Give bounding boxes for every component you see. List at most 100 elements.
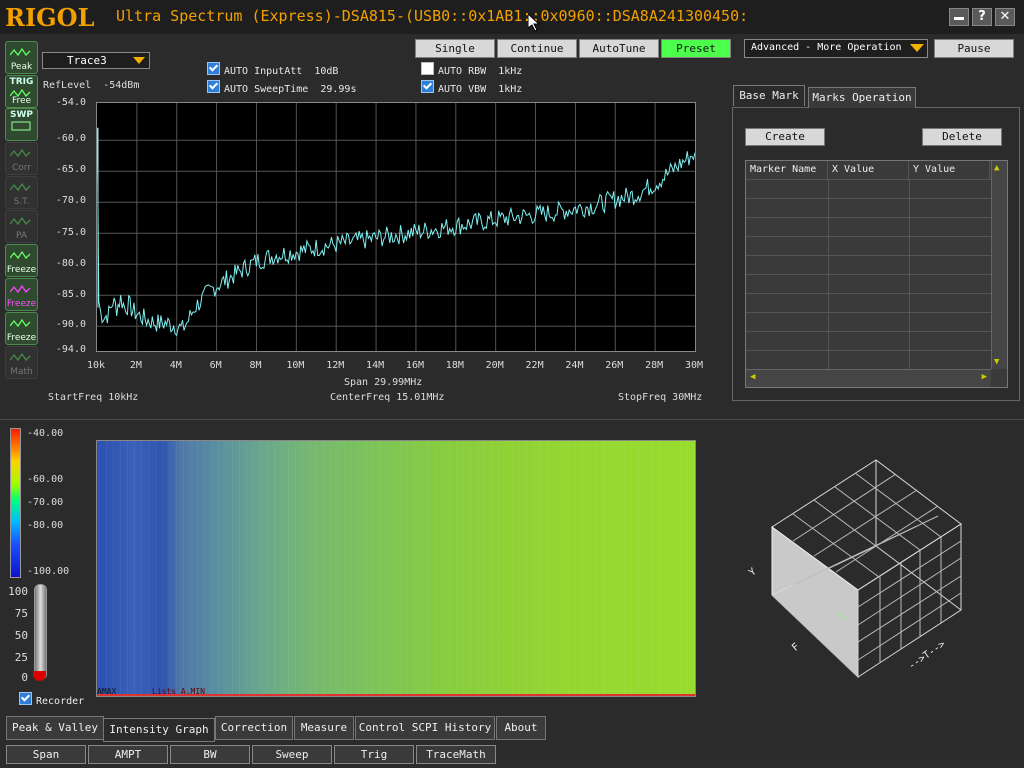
sweep-button[interactable]: Sweep (252, 745, 332, 764)
minimize-icon[interactable] (949, 8, 969, 26)
sidebar-button-label: Math (10, 367, 33, 377)
sidebar-button-4[interactable]: Corr (5, 142, 38, 175)
auto-inputatt-row[interactable]: AUTO InputAtt 10dB (207, 61, 338, 77)
reflevel: RefLevel -54dBm (43, 80, 139, 91)
span-button[interactable]: Span (6, 745, 86, 764)
x-tick-label: 24M (565, 360, 584, 371)
x-tick-label: 4M (169, 360, 182, 371)
intensity-overlay-text: AMAX (97, 687, 117, 696)
auto-inputatt-checkbox[interactable] (207, 62, 220, 75)
horizontal-scrollbar[interactable]: ◀ ▶ (746, 369, 991, 387)
recorder-label: Recorder (36, 696, 85, 707)
ampt-button[interactable]: AMPT (88, 745, 168, 764)
x-tick-label: 22M (525, 360, 544, 371)
y-tick-label: -65.0 (55, 164, 86, 175)
auto-vbw-checkbox[interactable] (421, 80, 434, 93)
tracemath-button[interactable]: TraceMath (416, 745, 496, 764)
col-x-value[interactable]: X Value (828, 161, 909, 179)
scale-label: -100.00 (27, 566, 70, 577)
slider-label: 25 (14, 651, 28, 664)
autotune-button[interactable]: AutoTune (579, 39, 659, 58)
span-info: Span 29.99MHz (344, 377, 423, 388)
sidebar-button-6[interactable]: PA (5, 210, 38, 243)
x-tick-label: 26M (605, 360, 624, 371)
preamp-icon (9, 216, 32, 226)
col-marker-name[interactable]: Marker Name (746, 161, 828, 179)
sidebar-button-2[interactable]: TRIG Free (5, 75, 38, 108)
single-button[interactable]: Single (415, 39, 495, 58)
sidebar-button-9[interactable]: Freeze (5, 312, 38, 345)
advanced-select[interactable]: Advanced - More Operation (744, 39, 928, 58)
sidebar-button-1[interactable]: Peak (5, 41, 38, 74)
table-row[interactable] (746, 198, 991, 218)
table-row[interactable] (746, 236, 991, 256)
table-row[interactable] (746, 217, 991, 237)
sidebar-button-caption: SWP (9, 110, 33, 120)
slider-label: 50 (14, 629, 28, 642)
table-row[interactable] (746, 312, 991, 332)
auto-vbw-row[interactable]: AUTO VBW 1kHz (421, 79, 522, 95)
create-marker-button[interactable]: Create (745, 128, 825, 146)
y-tick-label: -75.0 (55, 227, 86, 238)
sidebar-button-label: PA (15, 231, 27, 241)
vertical-scrollbar[interactable]: ▲ ▼ (991, 161, 1007, 369)
tab-about[interactable]: About (496, 716, 546, 740)
sweep-icon (10, 121, 32, 131)
recorder-checkbox-row[interactable]: Recorder (19, 691, 84, 707)
sidebar-button-5[interactable]: S.T. (5, 176, 38, 209)
table-row[interactable] (746, 255, 991, 275)
sidebar-button-8[interactable]: Freeze (5, 278, 38, 311)
table-row[interactable] (746, 350, 991, 370)
bw-button[interactable]: BW (170, 745, 250, 764)
sidebar-button-10[interactable]: Math (5, 346, 38, 379)
tab-intensity-graph[interactable]: Intensity Graph (103, 718, 215, 742)
pause-button[interactable]: Pause (934, 39, 1014, 58)
close-icon[interactable]: ✕ (995, 8, 1015, 26)
tab-control-scpi-history[interactable]: Control SCPI History (355, 716, 495, 740)
scroll-right-icon[interactable]: ▶ (982, 372, 987, 382)
table-row[interactable] (746, 179, 991, 199)
sidebar-button-label: Freeze (6, 299, 37, 309)
col-y-value[interactable]: Y Value (909, 161, 990, 179)
trace-select[interactable]: Trace3 (42, 52, 150, 69)
sidebar-button-caption: TRIG (9, 77, 34, 87)
help-button[interactable]: ? (972, 8, 992, 26)
table-row[interactable] (746, 293, 991, 313)
x-tick-label: 10k (86, 360, 106, 371)
recorder-slider[interactable] (34, 584, 47, 680)
auto-sweeptime-checkbox[interactable] (207, 80, 220, 93)
sidebar-button-3[interactable]: SWP (5, 108, 38, 141)
x-tick-label: 12M (326, 360, 345, 371)
tab-measure[interactable]: Measure (294, 716, 354, 740)
preset-button[interactable]: Preset (661, 39, 731, 58)
continue-button[interactable]: Continue (497, 39, 577, 58)
delete-marker-button[interactable]: Delete (922, 128, 1002, 146)
table-row[interactable] (746, 274, 991, 294)
y-tick-label: -85.0 (55, 289, 86, 300)
3d-view[interactable]: Y F -->T--> (738, 450, 978, 690)
tab-correction[interactable]: Correction (215, 716, 293, 740)
freeze-trace-icon (9, 284, 32, 294)
marker-table[interactable]: Marker Name X Value Y Value ▲ ▼ ◀ ▶ (745, 160, 1008, 388)
auto-rbw-row[interactable]: AUTO RBW 1kHz (421, 61, 522, 77)
trig-button[interactable]: Trig (334, 745, 414, 764)
intensity-graph[interactable]: AMAX Lists A.MIN (96, 440, 696, 697)
auto-sweeptime-row[interactable]: AUTO SweepTime 29.99s (207, 79, 356, 95)
scroll-left-icon[interactable]: ◀ (750, 372, 755, 382)
recorder-checkbox[interactable] (19, 692, 32, 705)
tab-base-mark[interactable]: Base Mark (733, 85, 805, 106)
x-tick-label: 18M (445, 360, 464, 371)
x-tick-label: 14M (366, 360, 385, 371)
scroll-up-icon[interactable]: ▲ (994, 163, 999, 173)
spectrum-plot[interactable] (96, 102, 696, 352)
scroll-down-icon[interactable]: ▼ (994, 357, 999, 367)
x-tick-label: 6M (209, 360, 222, 371)
auto-rbw-checkbox[interactable] (421, 62, 434, 75)
y-tick-label: -80.0 (55, 258, 86, 269)
sidebar-button-label: Corr (11, 163, 32, 173)
sidebar-button-7[interactable]: Freeze (5, 244, 38, 277)
tab-peak-valley[interactable]: Peak & Valley (6, 716, 104, 740)
tab-marks-operation[interactable]: Marks Operation (808, 87, 916, 108)
auto-inputatt-value: 10dB (314, 66, 339, 77)
table-row[interactable] (746, 331, 991, 351)
